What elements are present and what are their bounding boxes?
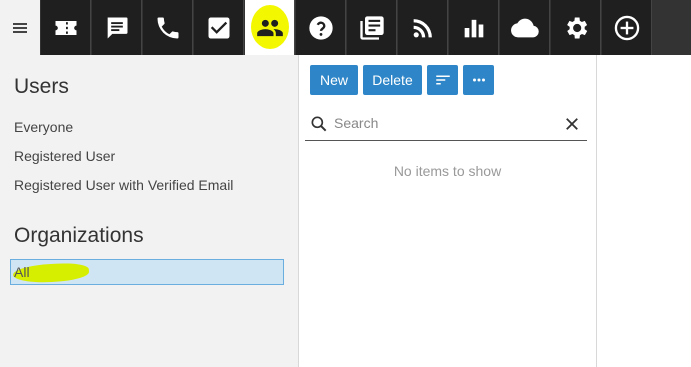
new-button[interactable]: New [310, 65, 358, 95]
left-navigation-panel: Users Everyone Registered User Registere… [0, 55, 299, 367]
top-toolbar [0, 0, 691, 55]
hamburger-menu-icon[interactable] [0, 0, 40, 55]
users-item-registered-user[interactable]: Registered User [14, 148, 115, 164]
empty-list-message: No items to show [393, 163, 502, 179]
checkbox-icon[interactable] [194, 0, 244, 55]
search-input[interactable]: Search [334, 115, 378, 131]
sort-icon [435, 75, 450, 85]
users-icon[interactable] [245, 0, 295, 55]
add-circle-icon[interactable] [602, 0, 652, 55]
help-icon[interactable] [296, 0, 346, 55]
sort-button[interactable] [427, 65, 458, 95]
phone-icon[interactable] [143, 0, 193, 55]
detail-panel [598, 55, 691, 367]
more-options-button[interactable] [463, 65, 494, 95]
reports-chart-icon[interactable] [449, 0, 499, 55]
close-icon[interactable] [563, 115, 581, 133]
search-field[interactable]: Search [305, 109, 587, 141]
organizations-section-title: Organizations [14, 224, 144, 247]
users-item-everyone[interactable]: Everyone [14, 119, 73, 135]
ticket-icon[interactable] [41, 0, 91, 55]
list-panel: New Delete Search No items to show [299, 55, 597, 367]
users-item-registered-verified[interactable]: Registered User with Verified Email [14, 177, 233, 193]
rss-feed-icon[interactable] [398, 0, 448, 55]
chat-icon[interactable] [92, 0, 142, 55]
more-options-icon [472, 78, 485, 82]
delete-button[interactable]: Delete [363, 65, 422, 95]
knowledge-base-icon[interactable] [347, 0, 397, 55]
search-icon [311, 116, 327, 132]
settings-gear-icon[interactable] [551, 0, 601, 55]
organizations-item-label: All [14, 264, 30, 280]
cloud-icon[interactable] [500, 0, 550, 55]
users-section-title: Users [14, 75, 69, 98]
organizations-item-all[interactable]: All [10, 259, 284, 285]
